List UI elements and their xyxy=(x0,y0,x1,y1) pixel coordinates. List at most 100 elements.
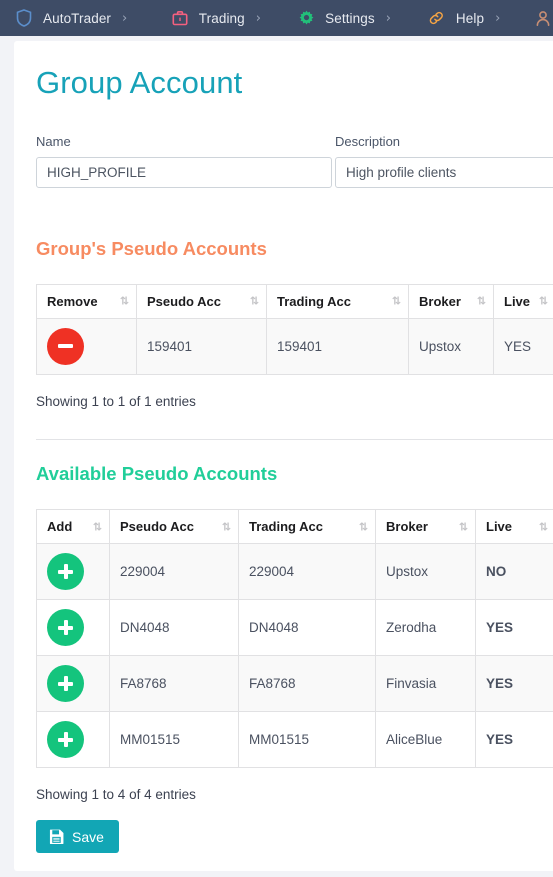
th-broker[interactable]: Broker ⇅ xyxy=(408,283,494,319)
group-form: Name Description xyxy=(36,134,553,188)
sort-icon: ⇅ xyxy=(358,520,368,534)
th-trading-acc[interactable]: Trading Acc ⇅ xyxy=(238,509,376,545)
plus-icon xyxy=(58,676,73,692)
th-label-broker: Broker xyxy=(419,293,461,309)
nav-item-settings[interactable]: Settings › xyxy=(296,0,391,36)
cell-broker: Finvasia xyxy=(375,655,476,713)
sort-icon: ⇅ xyxy=(458,520,468,534)
th-label-live: Live xyxy=(486,519,513,535)
cell-broker: Upstox xyxy=(408,317,494,375)
nav-item-trading[interactable]: Trading › xyxy=(170,0,261,36)
th-pseudo-acc[interactable]: Pseudo Acc ⇅ xyxy=(109,509,239,545)
th-remove[interactable]: Remove ⇅ xyxy=(36,283,137,319)
chevron-right-icon-trading: › xyxy=(255,10,261,26)
section-divider xyxy=(36,438,553,440)
available-accounts-tbody: 229004 229004 Upstox NO DN4048 DN4048 Ze… xyxy=(36,543,553,769)
cell-live: YES xyxy=(475,655,553,713)
remove-account-button[interactable] xyxy=(47,327,84,365)
description-label: Description xyxy=(335,133,401,149)
name-label: Name xyxy=(36,133,71,149)
sort-icon: ⇅ xyxy=(92,520,102,534)
th-live[interactable]: Live ⇅ xyxy=(475,509,553,545)
table-row: 159401 159401 Upstox YES xyxy=(36,317,553,375)
plus-icon xyxy=(58,620,73,636)
cell-live: YES xyxy=(475,599,553,657)
cell-add-action xyxy=(36,543,110,601)
name-input[interactable] xyxy=(36,156,332,188)
table-header-row: Add ⇅ Pseudo Acc ⇅ Trading Acc ⇅ Broker ⇅ Li… xyxy=(36,509,553,545)
plus-icon xyxy=(58,564,73,580)
th-label-add: Add xyxy=(47,519,73,535)
sort-icon: ⇅ xyxy=(538,520,548,534)
sort-icon: ⇅ xyxy=(119,294,129,308)
th-label-live: Live xyxy=(504,293,531,309)
page-title: Group Account xyxy=(36,65,243,100)
th-label-remove: Remove xyxy=(47,293,98,309)
th-broker[interactable]: Broker ⇅ xyxy=(375,509,476,545)
th-label-pseudo-acc: Pseudo Acc xyxy=(147,293,221,309)
description-field-group: Description xyxy=(335,134,553,188)
th-add[interactable]: Add ⇅ xyxy=(36,509,110,545)
nav-label-settings: Settings xyxy=(325,10,375,26)
cell-add-action xyxy=(36,599,110,657)
th-label-pseudo-acc: Pseudo Acc xyxy=(120,519,194,535)
group-entries-info: Showing 1 to 1 of 1 entries xyxy=(36,393,196,409)
cell-pseudo-acc: 159401 xyxy=(136,317,267,375)
cell-remove-action xyxy=(36,317,137,375)
cell-broker: Upstox xyxy=(375,543,476,601)
table-row: FA8768 FA8768 Finvasia YES xyxy=(36,655,553,713)
cell-broker: AliceBlue xyxy=(375,711,476,769)
save-button[interactable]: Save xyxy=(36,820,119,854)
cell-add-action xyxy=(36,655,110,713)
th-pseudo-acc[interactable]: Pseudo Acc ⇅ xyxy=(136,283,267,319)
add-account-button[interactable] xyxy=(47,609,84,647)
card-inner: Group Account Name Description Group's P… xyxy=(14,41,553,854)
table-row: 229004 229004 Upstox NO xyxy=(36,543,553,601)
add-account-button[interactable] xyxy=(47,665,84,703)
chevron-right-icon-autotrader: › xyxy=(122,10,128,26)
cell-trading-acc: FA8768 xyxy=(238,655,376,713)
group-accounts-tbody: 159401 159401 Upstox YES xyxy=(36,317,553,375)
top-navbar: AutoTrader › Trading › Settings › Help › xyxy=(0,0,553,36)
sort-icon: ⇅ xyxy=(538,294,548,308)
group-section-title: Group's Pseudo Accounts xyxy=(36,237,267,259)
add-account-button[interactable] xyxy=(47,553,84,591)
add-account-button[interactable] xyxy=(47,721,84,759)
nav-item-autotrader[interactable]: AutoTrader › xyxy=(14,0,127,36)
th-trading-acc[interactable]: Trading Acc ⇅ xyxy=(266,283,409,319)
cell-pseudo-acc: 229004 xyxy=(109,543,239,601)
available-entries-info: Showing 1 to 4 of 4 entries xyxy=(36,787,196,803)
briefcase-icon xyxy=(170,8,190,28)
nav-label-trading: Trading xyxy=(198,10,245,26)
sort-icon: ⇅ xyxy=(221,520,231,534)
cell-live: YES xyxy=(475,711,553,769)
cell-pseudo-acc: MM01515 xyxy=(109,711,239,769)
group-accounts-table: Remove ⇅ Pseudo Acc ⇅ Trading Acc ⇅ Broker ⇅… xyxy=(36,283,553,375)
nav-label-help: Help xyxy=(455,10,485,26)
description-input[interactable] xyxy=(335,156,553,188)
cell-pseudo-acc: FA8768 xyxy=(109,655,239,713)
table-row: DN4048 DN4048 Zerodha YES xyxy=(36,599,553,657)
cell-broker: Zerodha xyxy=(375,599,476,657)
th-live[interactable]: Live ⇅ xyxy=(493,283,553,319)
nav-label-autotrader: AutoTrader xyxy=(43,10,112,26)
minus-icon xyxy=(58,344,73,349)
sort-icon: ⇅ xyxy=(249,294,259,308)
available-section-title: Available Pseudo Accounts xyxy=(36,462,278,484)
save-button-label: Save xyxy=(72,828,104,845)
sort-icon: ⇅ xyxy=(476,294,486,308)
content-card: Group Account Name Description Group's P… xyxy=(14,41,553,871)
cell-pseudo-acc: DN4048 xyxy=(109,599,239,657)
gear-icon xyxy=(296,8,316,28)
cell-live: YES xyxy=(493,317,553,375)
shield-icon xyxy=(14,8,34,28)
user-icon xyxy=(533,8,553,28)
nav-item-user[interactable] xyxy=(533,0,553,36)
available-accounts-table-wrap: Add ⇅ Pseudo Acc ⇅ Trading Acc ⇅ Broker ⇅ Li… xyxy=(36,509,553,769)
name-field-group: Name xyxy=(36,134,332,188)
sort-icon: ⇅ xyxy=(391,294,401,308)
available-accounts-table: Add ⇅ Pseudo Acc ⇅ Trading Acc ⇅ Broker ⇅ Li… xyxy=(36,509,553,769)
cell-trading-acc: 159401 xyxy=(266,317,409,375)
nav-item-help[interactable]: Help › xyxy=(427,0,500,36)
cell-trading-acc: DN4048 xyxy=(238,599,376,657)
